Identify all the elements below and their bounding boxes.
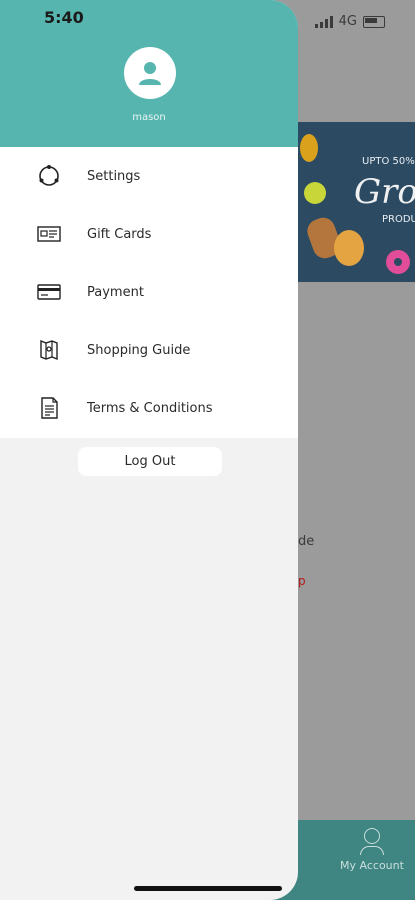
document-icon [36, 395, 62, 421]
user-icon [364, 828, 380, 844]
background-text-red: p [298, 574, 306, 588]
battery-icon [363, 15, 385, 28]
menu-item-settings[interactable]: Settings [0, 147, 298, 205]
banner-subtitle: PRODU [382, 214, 415, 225]
settings-icon [36, 163, 62, 189]
tab-my-account[interactable]: My Account [340, 828, 404, 872]
drawer-menu: Settings Gift Cards Payment Shopping Gui… [0, 147, 298, 438]
background-text: de [298, 534, 315, 549]
menu-item-label: Payment [87, 284, 144, 300]
gift-card-icon [36, 221, 62, 247]
menu-item-payment[interactable]: Payment [0, 263, 298, 321]
promo-banner[interactable]: UPTO 50% Groc PRODU [298, 122, 415, 282]
banner-title: Groc [354, 172, 415, 212]
logout-button[interactable]: Log Out [78, 447, 222, 476]
menu-item-label: Settings [87, 168, 141, 184]
menu-item-shopping-guide[interactable]: Shopping Guide [0, 321, 298, 379]
network-label: 4G [338, 14, 357, 29]
status-time: 5:40 [44, 8, 84, 27]
user-name: mason [132, 112, 166, 123]
signal-icon [314, 15, 333, 28]
home-indicator[interactable] [134, 886, 282, 891]
user-icon [139, 62, 161, 85]
status-bar-right: 4G [314, 14, 385, 29]
map-icon [36, 337, 62, 363]
avatar[interactable] [124, 47, 176, 99]
donut-illustration [386, 250, 410, 274]
food-illustration [334, 230, 364, 266]
drawer-header: 5:40 mason [0, 0, 298, 147]
navigation-drawer: 5:40 mason Settings Gift Cards Payment S… [0, 0, 298, 900]
tab-my-account-label: My Account [340, 859, 404, 872]
food-illustration [300, 134, 318, 162]
banner-discount-text: UPTO 50% [362, 156, 415, 167]
menu-item-terms[interactable]: Terms & Conditions [0, 379, 298, 437]
menu-item-label: Shopping Guide [87, 342, 191, 358]
menu-item-gift-cards[interactable]: Gift Cards [0, 205, 298, 263]
food-illustration [304, 182, 326, 204]
credit-card-icon [36, 279, 62, 305]
menu-item-label: Gift Cards [87, 226, 152, 242]
menu-item-label: Terms & Conditions [87, 400, 213, 416]
